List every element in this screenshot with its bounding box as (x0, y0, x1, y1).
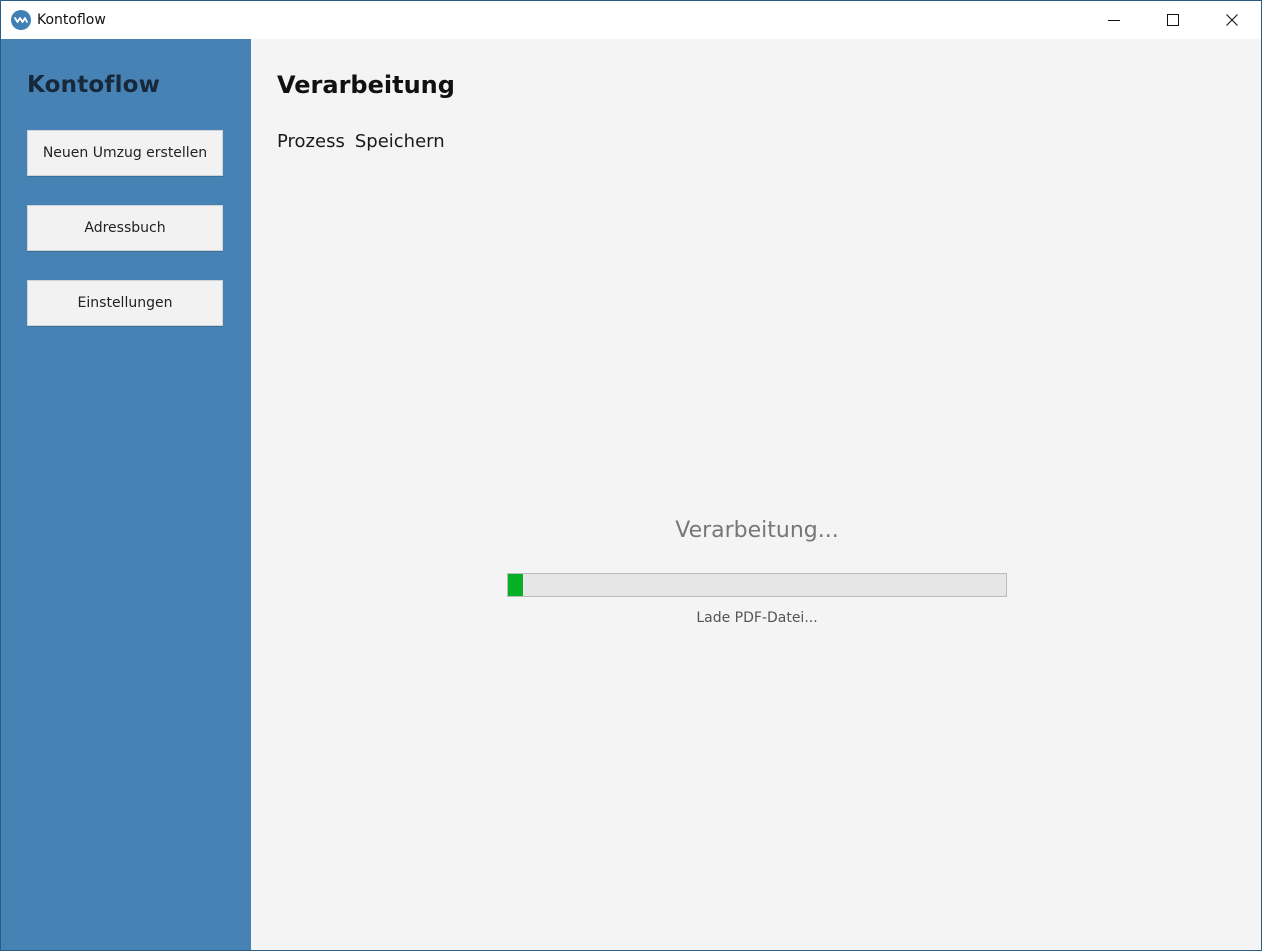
sidebar-brand: Kontoflow (27, 72, 161, 98)
kontoflow-logo-icon (11, 10, 31, 30)
progress-bar-fill (508, 574, 523, 596)
settings-button[interactable]: Einstellungen (27, 280, 223, 326)
app-window: Kontoflow Kontoflow Neuen Umzug erstelle… (0, 0, 1262, 951)
address-book-button[interactable]: Adressbuch (27, 205, 223, 251)
maximize-button[interactable] (1144, 1, 1202, 39)
progress-title: Verarbeitung... (675, 518, 839, 543)
minimize-button[interactable] (1085, 1, 1143, 39)
close-button[interactable] (1203, 1, 1261, 39)
progress-detail: Lade PDF-Datei... (696, 610, 818, 626)
main-content: Verarbeitung Prozess Speichern Verarbeit… (251, 39, 1261, 950)
tab-bar: Prozess Speichern (277, 131, 445, 153)
minimize-icon (1108, 20, 1120, 21)
maximize-icon (1167, 14, 1179, 26)
title-bar[interactable]: Kontoflow (1, 1, 1261, 39)
progress-bar (507, 573, 1007, 597)
new-move-button[interactable]: Neuen Umzug erstellen (27, 130, 223, 176)
page-title: Verarbeitung (277, 71, 455, 99)
window-title: Kontoflow (37, 12, 106, 28)
sidebar: Kontoflow Neuen Umzug erstellen Adressbu… (1, 39, 251, 950)
tab-prozess[interactable]: Prozess (277, 131, 345, 153)
close-icon (1226, 14, 1238, 26)
tab-speichern[interactable]: Speichern (355, 131, 445, 153)
